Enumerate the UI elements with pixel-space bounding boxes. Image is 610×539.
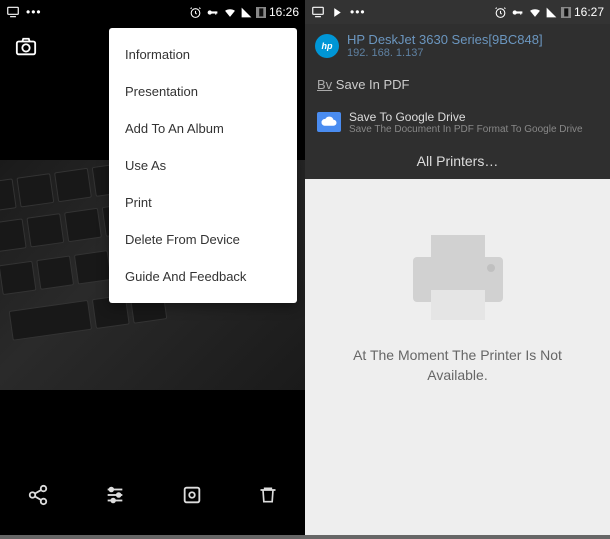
printer-icon <box>403 230 513 325</box>
share-button[interactable] <box>27 484 49 511</box>
google-drive-row[interactable]: Save To Google Drive Save The Document I… <box>305 102 610 143</box>
signal-icon <box>240 6 253 19</box>
menu-item-information[interactable]: Information <box>109 36 297 73</box>
printer-empty-state: At The Moment The Printer Is Not Availab… <box>305 230 610 385</box>
camera-button[interactable] <box>14 36 38 63</box>
alarm-icon <box>494 6 507 19</box>
cast-icon <box>311 5 325 19</box>
wifi-icon <box>528 6 542 19</box>
printer-name: HP DeskJet 3630 Series[9BC848] <box>347 32 543 47</box>
menu-item-use-as[interactable]: Use As <box>109 147 297 184</box>
save-pdf-prefix: Bv <box>317 77 332 92</box>
bottom-toolbar <box>0 473 305 521</box>
menu-item-presentation[interactable]: Presentation <box>109 73 297 110</box>
battery-icon: ▮ <box>561 7 571 18</box>
cast-icon <box>6 5 20 19</box>
status-time: 16:26 <box>269 5 299 19</box>
alarm-icon <box>189 6 202 19</box>
printer-row-hp[interactable]: hp HP DeskJet 3630 Series[9BC848] 192. 1… <box>305 24 610 67</box>
crop-button[interactable] <box>181 484 203 511</box>
wifi-icon <box>223 6 237 19</box>
status-bar-left: ••• ▮ 16:26 <box>0 0 305 24</box>
menu-item-guide-feedback[interactable]: Guide And Feedback <box>109 258 297 295</box>
hp-icon: hp <box>315 34 339 58</box>
save-pdf-row[interactable]: Bv Save In PDF <box>305 67 610 102</box>
print-panel: ••• ▮ 16:27 hp HP DeskJet 3630 Series[9B… <box>305 0 610 535</box>
cloud-drive-icon <box>317 112 341 132</box>
status-dots-icon: ••• <box>26 5 42 19</box>
key-icon <box>510 6 525 19</box>
drive-subtitle: Save The Document In PDF Format To Googl… <box>349 124 583 135</box>
key-icon <box>205 6 220 19</box>
context-menu: Information Presentation Add To An Album… <box>109 28 297 303</box>
all-printers-row[interactable]: All Printers… <box>305 143 610 179</box>
play-icon <box>331 6 344 19</box>
gallery-panel: ••• ▮ 16:26 Information Presentatio <box>0 0 305 535</box>
printer-ip: 192. 168. 1.137 <box>347 47 543 59</box>
sliders-button[interactable] <box>104 484 126 511</box>
battery-icon: ▮ <box>256 7 266 18</box>
signal-icon <box>545 6 558 19</box>
status-time: 16:27 <box>574 5 604 19</box>
menu-item-print[interactable]: Print <box>109 184 297 221</box>
save-pdf-label: Save In PDF <box>336 77 410 92</box>
delete-button[interactable] <box>258 484 278 511</box>
menu-item-delete[interactable]: Delete From Device <box>109 221 297 258</box>
drive-title: Save To Google Drive <box>349 110 583 124</box>
empty-state-text: At The Moment The Printer Is Not Availab… <box>305 346 610 385</box>
status-dots-icon: ••• <box>350 5 366 19</box>
menu-item-add-to-album[interactable]: Add To An Album <box>109 110 297 147</box>
status-bar-right: ••• ▮ 16:27 <box>305 0 610 24</box>
